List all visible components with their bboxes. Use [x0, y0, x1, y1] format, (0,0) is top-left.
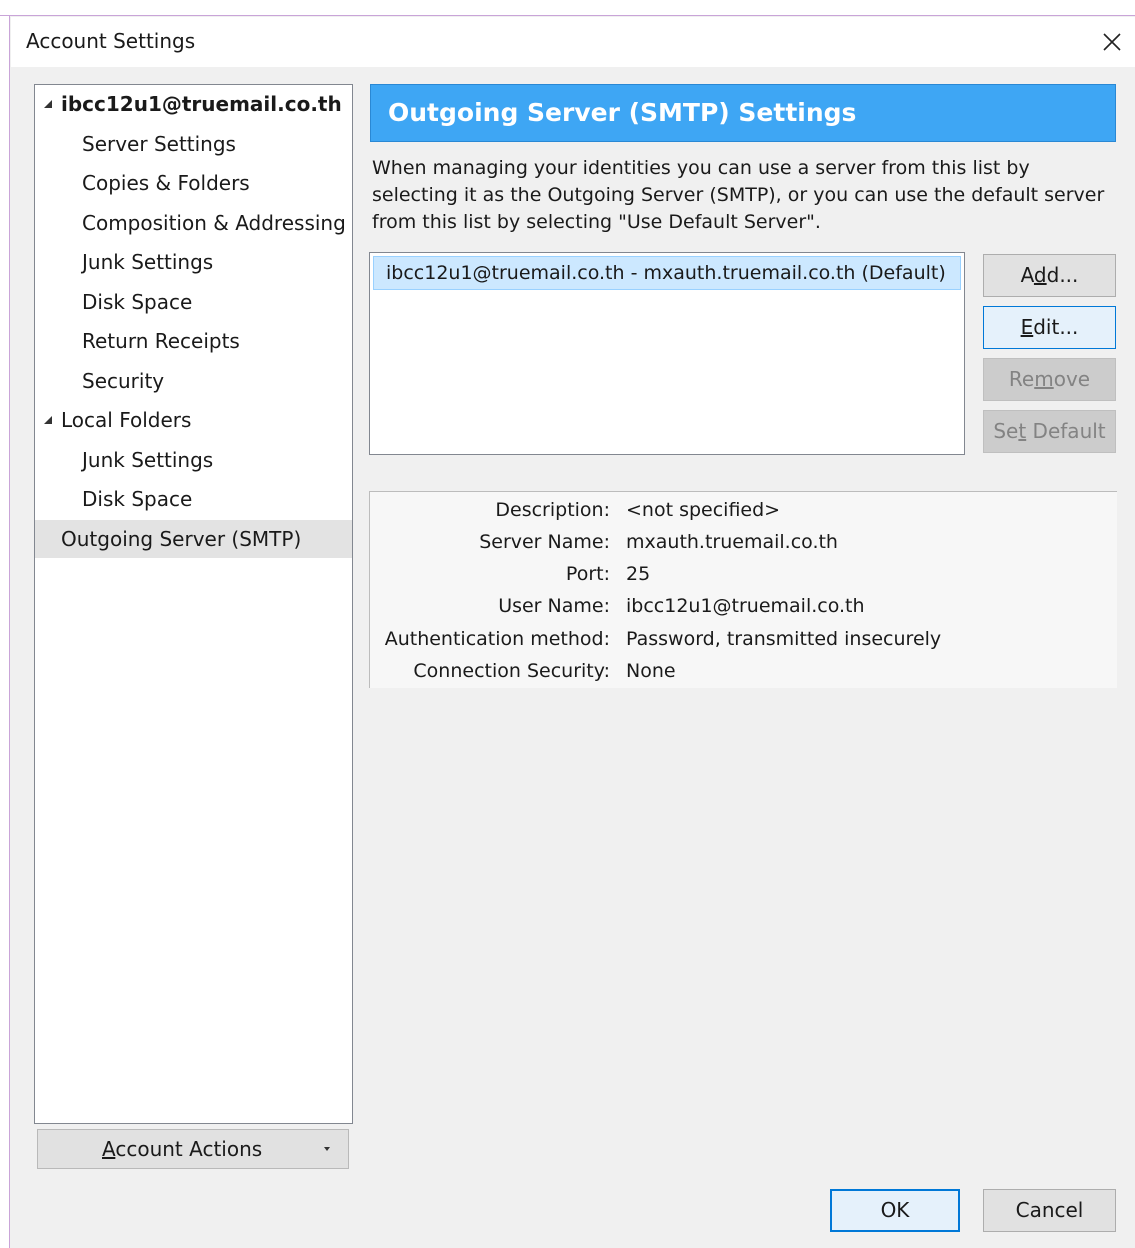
- tree-item-local-disk-space[interactable]: Disk Space: [35, 480, 352, 518]
- tree-item-junk-settings[interactable]: Junk Settings: [35, 243, 352, 281]
- tree-item-label: Disk Space: [82, 487, 193, 511]
- tree-item-disk-space[interactable]: Disk Space: [35, 283, 352, 321]
- intro-text: When managing your identities you can us…: [372, 157, 1105, 233]
- tree-item-outgoing-server[interactable]: Outgoing Server (SMTP): [35, 520, 352, 558]
- tree-item-label: ibcc12u1@truemail.co.th: [61, 92, 342, 116]
- port-label: Port:: [565, 563, 610, 585]
- edit-button[interactable]: Edit...: [983, 306, 1116, 349]
- tree-item-label: Copies & Folders: [82, 171, 250, 195]
- server-name-value: mxauth.truemail.co.th: [626, 531, 838, 553]
- detail-row-connection-security: Connection Security: None: [370, 655, 1117, 687]
- tree-item-label: Security: [82, 369, 165, 393]
- user-name-value: ibcc12u1@truemail.co.th: [626, 595, 865, 617]
- description-label: Description:: [495, 499, 610, 521]
- tree-item-local-folders[interactable]: Local Folders: [35, 401, 352, 439]
- detail-row-user-name: User Name: ibcc12u1@truemail.co.th: [370, 590, 1117, 622]
- smtp-server-item[interactable]: ibcc12u1@truemail.co.th - mxauth.truemai…: [373, 256, 961, 290]
- expanded-triangle-icon[interactable]: [44, 100, 52, 108]
- authentication-value: Password, transmitted insecurely: [626, 628, 942, 650]
- window-title: Account Settings: [26, 29, 196, 53]
- dropdown-caret-icon: [324, 1147, 330, 1151]
- description-value: <not specified>: [626, 499, 781, 521]
- dialog-content: ibcc12u1@truemail.co.th Server Settings …: [11, 67, 1135, 1248]
- tree-item-copies-folders[interactable]: Copies & Folders: [35, 164, 352, 202]
- add-button[interactable]: Add...: [983, 254, 1116, 297]
- detail-row-port: Port: 25: [370, 558, 1117, 590]
- detail-row-server-name: Server Name: mxauth.truemail.co.th: [370, 526, 1117, 558]
- detail-row-authentication: Authentication method: Password, transmi…: [370, 623, 1117, 655]
- authentication-label: Authentication method:: [384, 628, 610, 650]
- tree-item-label: Composition & Addressing: [82, 211, 346, 235]
- expanded-triangle-icon[interactable]: [44, 416, 52, 424]
- tree-item-server-settings[interactable]: Server Settings: [35, 125, 352, 163]
- tree-item-return-receipts[interactable]: Return Receipts: [35, 322, 352, 360]
- tree-item-label: Return Receipts: [82, 329, 240, 353]
- remove-button[interactable]: Remove: [983, 358, 1116, 401]
- tree-item-label: Junk Settings: [82, 250, 214, 274]
- server-details-panel: Description: <not specified> Server Name…: [369, 491, 1117, 688]
- tree-item-label: Disk Space: [82, 290, 193, 314]
- server-name-label: Server Name:: [479, 531, 610, 553]
- page-title: Outgoing Server (SMTP) Settings: [370, 84, 1116, 142]
- tree-item-composition-addressing[interactable]: Composition & Addressing: [35, 204, 352, 242]
- window-border-top: [0, 0, 1135, 16]
- close-button[interactable]: [1089, 17, 1135, 67]
- cancel-button[interactable]: Cancel: [983, 1189, 1116, 1232]
- tree-item-security[interactable]: Security: [35, 362, 352, 400]
- account-actions-button[interactable]: Account Actions: [37, 1129, 349, 1169]
- connection-security-value: None: [626, 660, 676, 682]
- tree-item-label: Local Folders: [61, 408, 192, 432]
- connection-security-label: Connection Security:: [413, 660, 610, 682]
- title-bar: Account Settings: [11, 17, 1135, 67]
- ok-button[interactable]: OK: [830, 1189, 960, 1232]
- window-border-left: [0, 16, 10, 1248]
- tree-item-account[interactable]: ibcc12u1@truemail.co.th: [35, 85, 352, 123]
- tree-item-label: Outgoing Server (SMTP): [61, 527, 302, 551]
- close-icon: [1103, 33, 1121, 51]
- smtp-server-list[interactable]: ibcc12u1@truemail.co.th - mxauth.truemai…: [369, 252, 965, 455]
- detail-row-description: Description: <not specified>: [370, 494, 1117, 526]
- account-actions-label: Account Actions: [102, 1137, 263, 1161]
- tree-item-label: Server Settings: [82, 132, 236, 156]
- tree-item-label: Junk Settings: [82, 448, 214, 472]
- set-default-button[interactable]: Set Default: [983, 410, 1116, 453]
- user-name-label: User Name:: [498, 595, 610, 617]
- account-tree: ibcc12u1@truemail.co.th Server Settings …: [34, 84, 353, 1124]
- tree-item-local-junk-settings[interactable]: Junk Settings: [35, 441, 352, 479]
- port-value: 25: [626, 563, 651, 585]
